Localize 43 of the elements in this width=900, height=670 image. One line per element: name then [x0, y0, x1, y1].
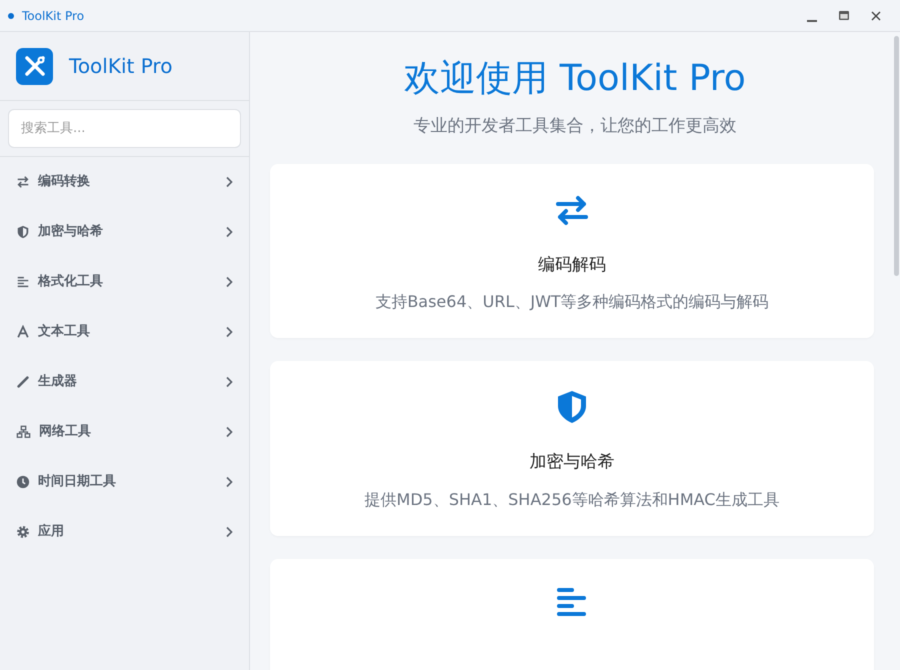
category-icon — [16, 325, 30, 339]
sidebar-item[interactable]: 网络工具 — [0, 407, 249, 457]
sidebar-item[interactable]: 文本工具 — [0, 307, 249, 357]
chevron-icon — [225, 476, 233, 488]
minimize-icon — [807, 20, 817, 22]
welcome-subtitle: 专业的开发者工具集合，让您的工作更高效 — [412, 115, 738, 138]
welcome-title: 欢迎使用 ToolKit Pro — [403, 57, 747, 101]
lines-icon — [556, 586, 588, 616]
category-icon — [16, 225, 30, 239]
category-icon — [16, 425, 31, 439]
card-title: 加密与哈希 — [528, 451, 616, 474]
chevron-icon — [225, 526, 233, 538]
card-description: 支持Base64、URL、JWT等多种编码格式的编码与解码 — [374, 291, 770, 313]
category-icon — [16, 375, 30, 389]
chevron-icon — [225, 276, 233, 288]
close-icon — [870, 10, 882, 22]
chevron-icon — [225, 376, 233, 388]
tool-card[interactable] — [270, 558, 874, 670]
app-dot-icon — [8, 12, 14, 18]
sidebar-item[interactable]: 应用 — [0, 507, 249, 557]
category-icon — [16, 525, 30, 539]
sidebar-item[interactable]: 加密与哈希 — [0, 207, 249, 257]
maximize-icon — [838, 10, 850, 22]
chevron-icon — [225, 176, 233, 188]
category-icon — [16, 275, 30, 289]
window-title: ToolKit Pro — [22, 8, 84, 24]
shield-icon — [555, 389, 589, 425]
sidebar-item[interactable]: 格式化工具 — [0, 257, 249, 307]
sidebar-item[interactable]: 编码转换 — [0, 157, 249, 207]
category-icon — [16, 175, 30, 189]
app-name: ToolKit Pro — [69, 53, 172, 80]
sidebar-item[interactable]: 时间日期工具 — [0, 457, 249, 507]
chevron-icon — [225, 226, 233, 238]
chevron-icon — [225, 326, 233, 338]
category-icon — [16, 475, 30, 489]
card-description: 提供MD5、SHA1、SHA256等哈希算法和HMAC生成工具 — [364, 488, 780, 510]
card-title: 编码解码 — [537, 254, 607, 276]
tool-card[interactable]: 编码解码 支持Base64、URL、JWT等多种编码格式的编码与解码 — [270, 164, 874, 338]
tool-card[interactable]: 加密与哈希 提供MD5、SHA1、SHA256等哈希算法和HMAC生成工具 — [270, 361, 874, 536]
search-field[interactable]: 搜索工具... — [8, 109, 241, 148]
chevron-icon — [225, 426, 233, 438]
tools-logo-icon — [16, 48, 53, 84]
sidebar-item[interactable]: 生成器 — [0, 357, 249, 407]
